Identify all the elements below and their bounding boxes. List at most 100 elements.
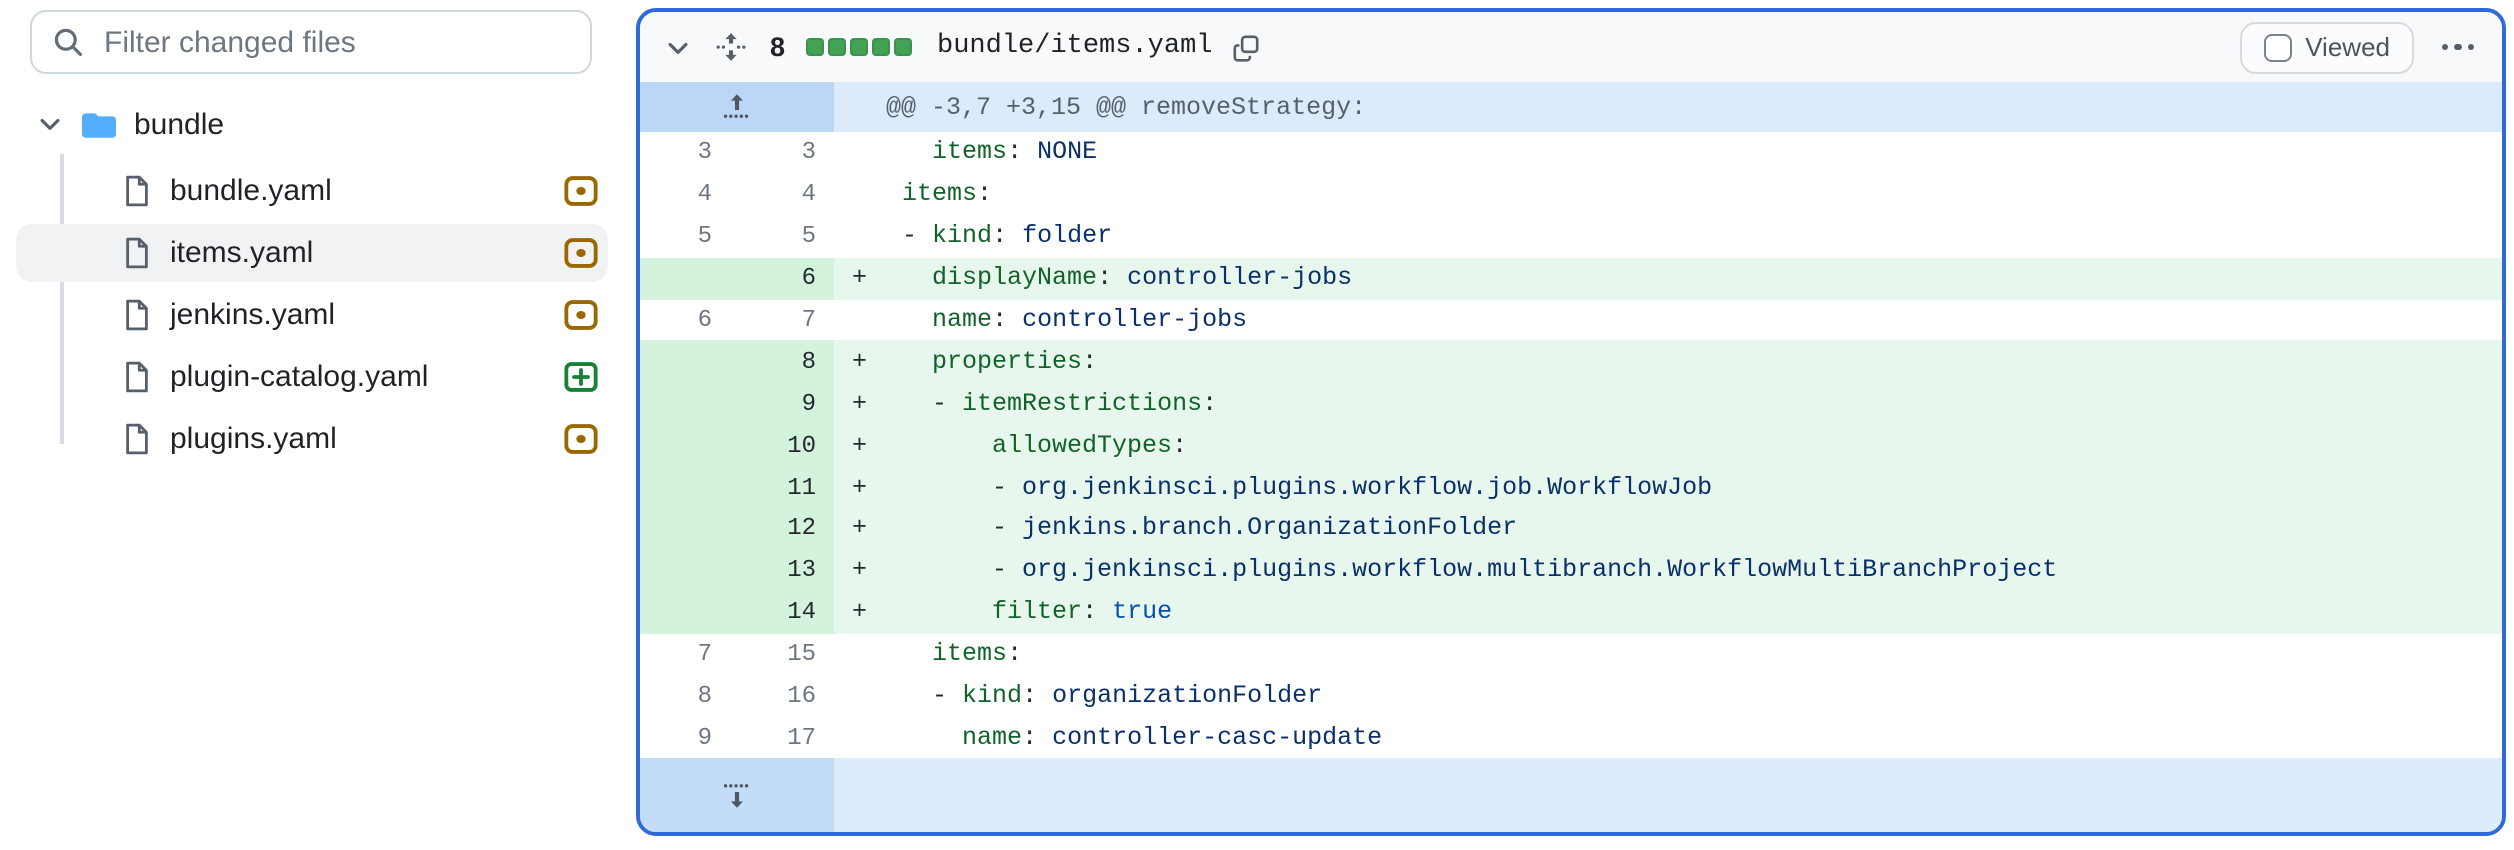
- old-line-number[interactable]: [640, 549, 736, 592]
- code-line: - itemRestrictions:: [878, 382, 2502, 425]
- tree-item-items.yaml[interactable]: items.yaml: [16, 224, 608, 282]
- code-line: name: controller-jobs: [932, 306, 1248, 334]
- viewed-label: Viewed: [2305, 32, 2390, 62]
- new-line-number[interactable]: 13: [736, 549, 834, 592]
- code-line: items: NONE: [932, 138, 1098, 167]
- expand-down-icon[interactable]: [640, 758, 834, 832]
- new-line-number[interactable]: 4: [736, 174, 834, 216]
- hunk-header-text: @@ -3,7 +3,15 @@ removeStrategy:: [834, 82, 2502, 132]
- new-line-number[interactable]: 6: [736, 257, 834, 300]
- new-line-number[interactable]: 3: [736, 132, 834, 174]
- old-line-number[interactable]: [640, 257, 736, 300]
- old-line-number[interactable]: [640, 591, 736, 634]
- diff-modified-icon: [564, 236, 598, 270]
- diff-added-icon: [564, 360, 598, 394]
- old-line-number[interactable]: [640, 466, 736, 509]
- collapse-file-button[interactable]: [664, 33, 692, 61]
- code-line: filter: true: [878, 591, 2502, 634]
- old-line-number[interactable]: [640, 340, 736, 383]
- old-line-number[interactable]: 5: [640, 216, 736, 258]
- new-line-number[interactable]: 15: [736, 633, 834, 675]
- diffstat-square-addition: [805, 38, 824, 56]
- new-line-number[interactable]: 11: [736, 466, 834, 509]
- code-line: displayName: controller-jobs: [878, 257, 2502, 300]
- code-line: items:: [932, 640, 1023, 669]
- new-line-number[interactable]: 7: [736, 299, 834, 341]
- viewed-button[interactable]: Viewed: [2239, 21, 2414, 73]
- folder-fill-icon: [82, 107, 116, 141]
- new-line-number[interactable]: 12: [736, 508, 834, 550]
- diff-marker: [834, 633, 878, 675]
- tree-item-plugin-catalog.yaml[interactable]: plugin-catalog.yaml: [16, 348, 608, 406]
- file-outline-icon: [122, 236, 152, 270]
- diff-marker: [834, 717, 878, 759]
- new-line-number[interactable]: 5: [736, 216, 834, 258]
- old-line-number[interactable]: 4: [640, 174, 736, 216]
- viewed-checkbox[interactable]: [2263, 33, 2292, 61]
- diff-modified-icon: [564, 422, 598, 456]
- diff-line-row: 6 + displayName: controller-jobs: [640, 257, 2502, 300]
- code-line: - jenkins.branch.OrganizationFolder: [878, 508, 2502, 550]
- diff-marker: +: [834, 424, 878, 467]
- code-line: - org.jenkinsci.plugins.workflow.job.Wor…: [878, 466, 2502, 509]
- file-name: bundle.yaml: [170, 174, 332, 208]
- expand-up-icon[interactable]: [640, 82, 834, 132]
- diff-line-row: 14 + filter: true: [640, 591, 2502, 634]
- code-line: - kind: folder: [902, 222, 1113, 251]
- new-line-number[interactable]: 9: [736, 382, 834, 425]
- changes-count: 8: [770, 32, 786, 62]
- diffstat-square-addition: [871, 38, 890, 56]
- old-line-number[interactable]: [640, 424, 736, 467]
- diff-marker: +: [834, 549, 878, 592]
- tree-item-plugins.yaml[interactable]: plugins.yaml: [16, 410, 608, 468]
- diff-line-row: 11 + - org.jenkinsci.plugins.workflow.job…: [640, 466, 2502, 509]
- new-line-number[interactable]: 10: [736, 424, 834, 467]
- diff-marker: [834, 174, 878, 216]
- diffstat-square-addition: [893, 38, 912, 56]
- tree-item-bundle.yaml[interactable]: bundle.yaml: [16, 162, 608, 220]
- new-line-number[interactable]: 17: [736, 717, 834, 759]
- tree-item-jenkins.yaml[interactable]: jenkins.yaml: [16, 286, 608, 344]
- diff-panel: 8 bundle/items.yaml Viewed @@ -3,7 +3,15…: [636, 8, 2506, 836]
- hunk-expander-filler: [834, 758, 2502, 832]
- code-line: - org.jenkinsci.plugins.workflow.multibr…: [878, 549, 2502, 592]
- diff-line-row: 55 - kind: folder: [640, 216, 2502, 258]
- old-line-number[interactable]: [640, 508, 736, 550]
- diff-line-row: 4 4 items:: [640, 174, 2502, 216]
- old-line-number[interactable]: 3: [640, 132, 736, 174]
- diff-marker: [834, 675, 878, 717]
- hunk-expander-row: [640, 758, 2502, 832]
- files-changed-view: bundle bundle.yaml items.yaml jenkins.yaml…: [0, 0, 2514, 850]
- diff-line-row: 8 + properties:: [640, 340, 2502, 383]
- file-tree-sidebar: bundle bundle.yaml items.yaml jenkins.yaml…: [0, 0, 624, 850]
- diff-file-header: 8 bundle/items.yaml Viewed: [640, 12, 2502, 84]
- new-line-number[interactable]: 8: [736, 340, 834, 383]
- unfold-vertical-icon[interactable]: [716, 32, 746, 62]
- diffstat-squares: [805, 38, 912, 56]
- old-line-number[interactable]: 8: [640, 675, 736, 717]
- old-line-number[interactable]: 9: [640, 717, 736, 759]
- diff-line-row: 7 15 items:: [640, 633, 2502, 675]
- filter-changed-files-input[interactable]: [100, 23, 570, 61]
- code-line: allowedTypes:: [878, 424, 2502, 467]
- diff-marker: [834, 299, 878, 341]
- old-line-number[interactable]: 6: [640, 299, 736, 341]
- old-line-number[interactable]: 7: [640, 633, 736, 675]
- diff-line-row: 9 + - itemRestrictions:: [640, 382, 2502, 425]
- tree-file-list: bundle.yaml items.yaml jenkins.yaml plugin-…: [0, 154, 624, 468]
- file-tree: bundle bundle.yaml items.yaml jenkins.yaml…: [0, 94, 624, 472]
- diffstat-square-addition: [827, 38, 846, 56]
- old-line-number[interactable]: [640, 382, 736, 425]
- file-filter-box: [30, 10, 592, 74]
- file-outline-icon: [122, 174, 152, 208]
- new-line-number[interactable]: 16: [736, 675, 834, 717]
- copy-icon[interactable]: [1233, 33, 1261, 61]
- diff-marker: +: [834, 508, 878, 550]
- magnifier-icon: [52, 26, 84, 58]
- new-line-number[interactable]: 14: [736, 591, 834, 634]
- tree-folder-label: bundle: [134, 107, 225, 141]
- tree-folder-bundle[interactable]: bundle: [0, 94, 624, 154]
- code-line: properties:: [878, 340, 2502, 383]
- kebab-horizontal-icon[interactable]: [2430, 21, 2486, 73]
- diff-line-row: 10 + allowedTypes:: [640, 424, 2502, 467]
